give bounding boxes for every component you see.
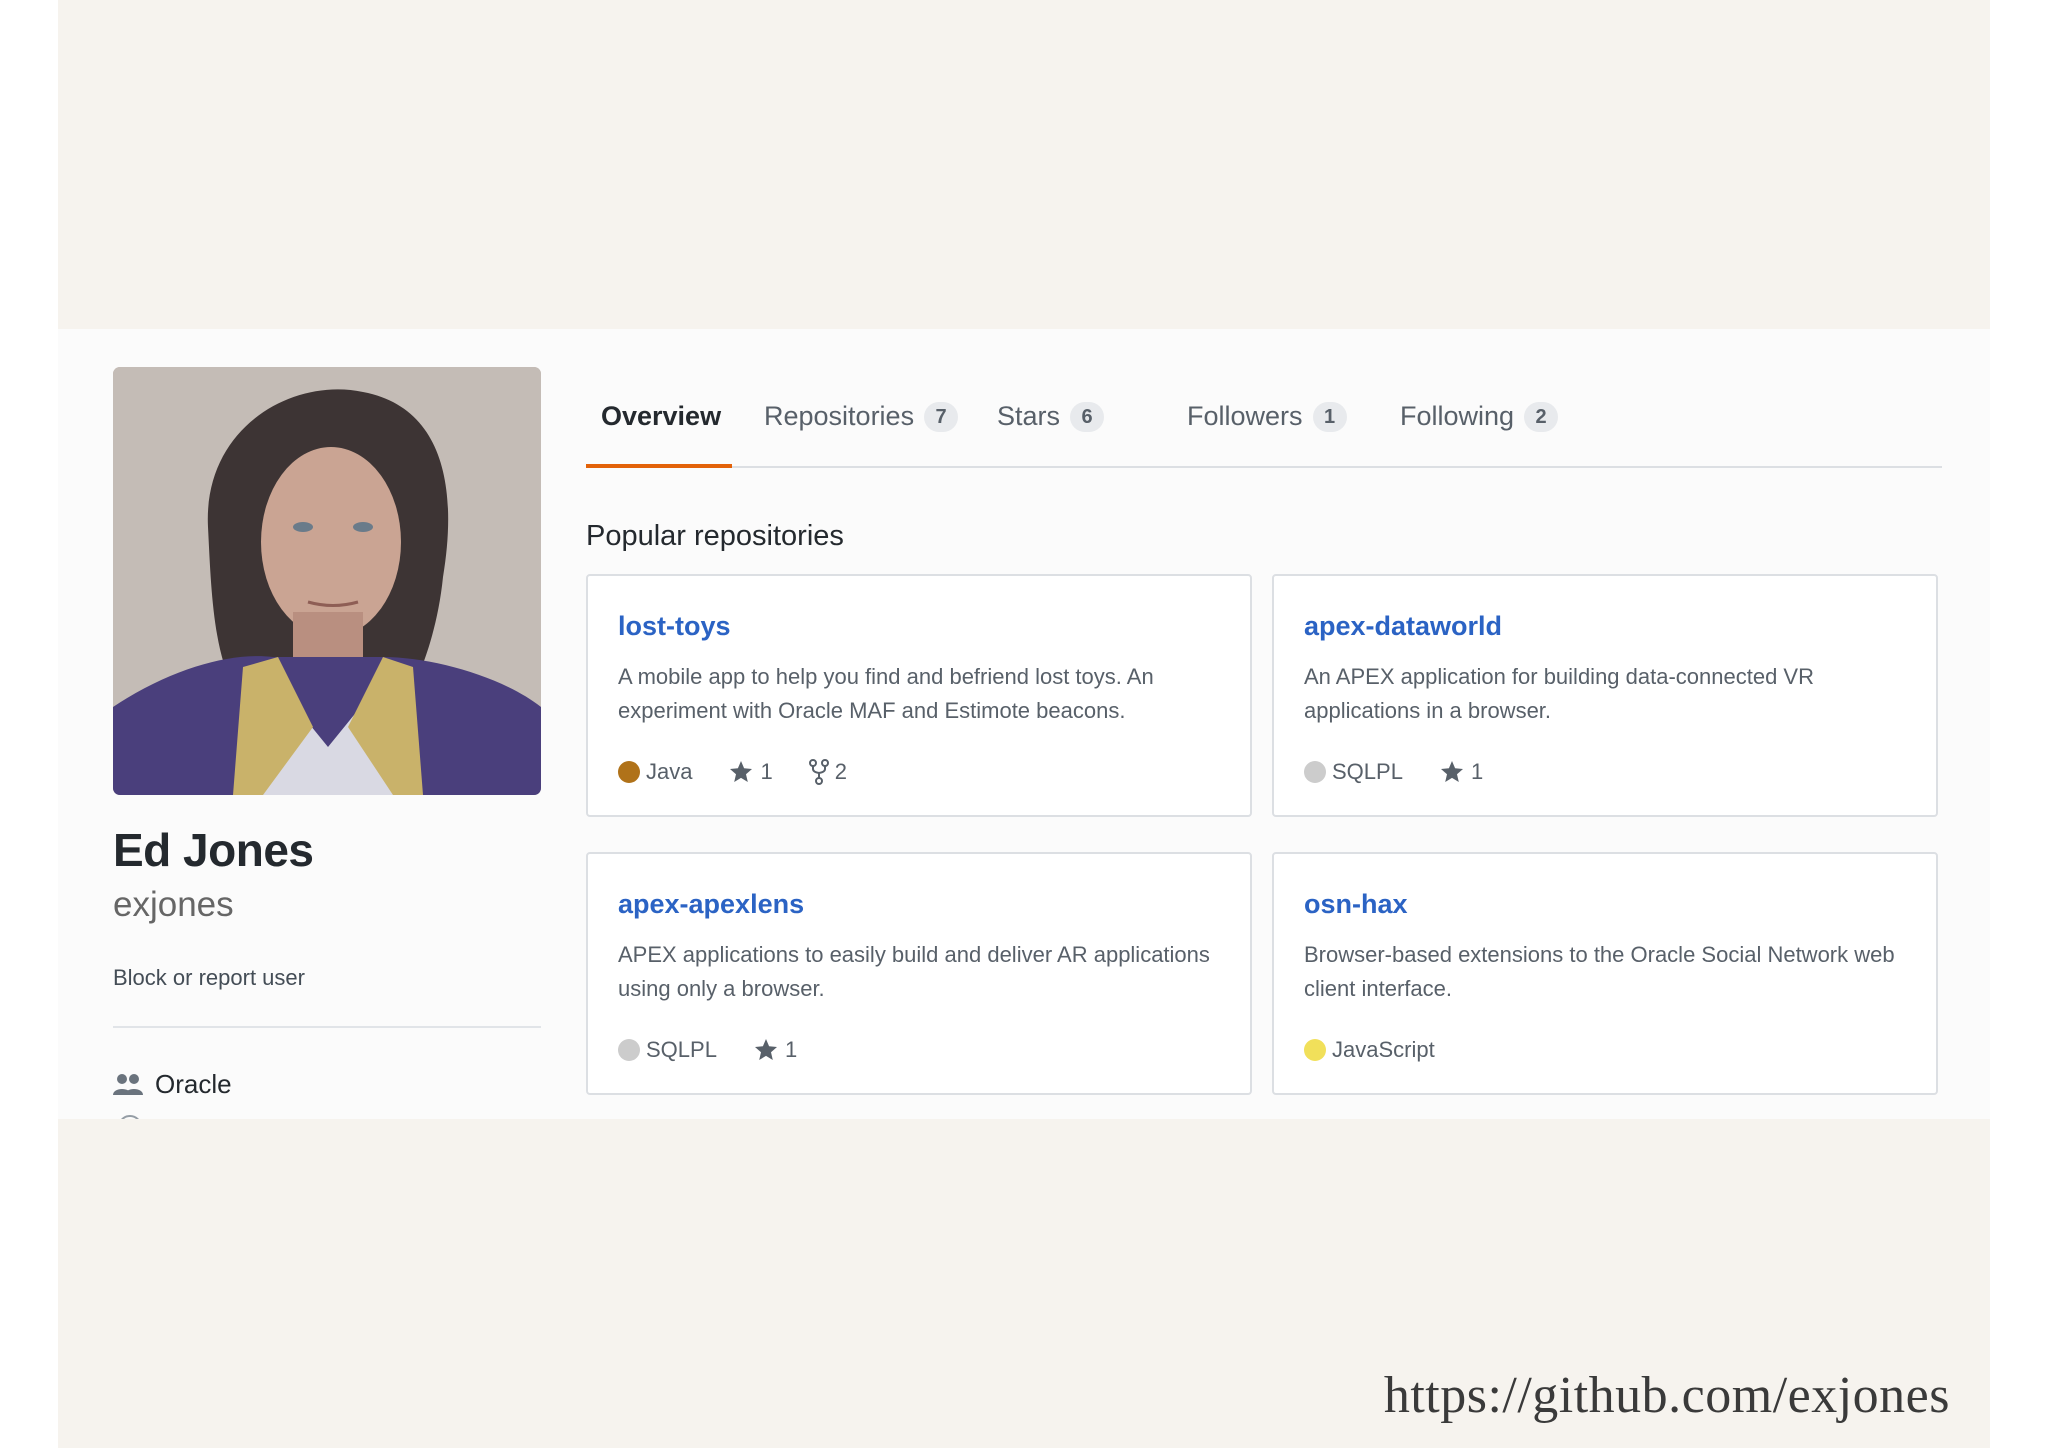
- fork-icon: [808, 759, 829, 785]
- language-label: Java: [646, 759, 693, 784]
- tab-counter: 7: [924, 401, 959, 432]
- star-icon: [1440, 761, 1463, 782]
- tab-following[interactable]: Following 2: [1400, 401, 1559, 432]
- github-profile-screenshot: Ed Jones exjones Block or report user Or…: [58, 329, 1990, 1119]
- repo-card: apex-dataworld An APEX application for b…: [1272, 574, 1938, 817]
- profile-url-caption: https://github.com/exjones: [1383, 1367, 1950, 1424]
- active-tab-underline: [586, 464, 732, 468]
- repo-meta: JavaScript: [1304, 1037, 1471, 1063]
- language-label: SQLPL: [1332, 759, 1403, 784]
- organization-row: Oracle: [113, 1069, 232, 1100]
- profile-login: exjones: [113, 885, 234, 924]
- repo-description: Browser-based extensions to the Oracle S…: [1304, 942, 1895, 1001]
- language-color-dot: [618, 761, 640, 783]
- star-icon: [754, 1039, 777, 1060]
- tab-repositories[interactable]: Repositories 7: [764, 401, 959, 432]
- avatar[interactable]: [113, 367, 541, 795]
- tab-overview[interactable]: Overview: [601, 401, 721, 432]
- tabs-divider: [586, 466, 1942, 468]
- repo-stars[interactable]: 1: [753, 1037, 797, 1063]
- language-label: JavaScript: [1332, 1037, 1435, 1062]
- profile-full-name: Ed Jones: [113, 824, 314, 876]
- repo-card: osn-hax Browser-based extensions to the …: [1272, 852, 1938, 1095]
- language-color-dot: [1304, 761, 1326, 783]
- repo-description: A mobile app to help you find and befrie…: [618, 664, 1154, 723]
- repo-link[interactable]: apex-apexlens: [618, 889, 804, 920]
- repo-link[interactable]: apex-dataworld: [1304, 611, 1502, 642]
- block-report-user-link[interactable]: Block or report user: [113, 965, 305, 991]
- star-count: 1: [1470, 759, 1484, 784]
- repo-language: Java: [618, 759, 692, 785]
- avatar-portrait-icon: [113, 367, 541, 795]
- repo-stars[interactable]: 1: [728, 759, 773, 785]
- language-color-dot: [618, 1039, 640, 1061]
- tab-label: Following: [1400, 401, 1515, 431]
- repo-meta: SQLPL 1: [1304, 759, 1519, 785]
- star-count: 1: [760, 759, 773, 784]
- location-icon: [118, 1115, 142, 1119]
- repo-language: JavaScript: [1304, 1037, 1435, 1063]
- tab-counter: 1: [1312, 401, 1347, 432]
- tab-label: Overview: [601, 401, 722, 431]
- repo-language: SQLPL: [618, 1037, 717, 1063]
- tab-stars[interactable]: Stars 6: [997, 401, 1105, 432]
- tab-label: Repositories: [764, 401, 915, 431]
- repo-meta: SQLPL 1: [618, 1037, 833, 1063]
- repo-card: apex-apexlens APEX applications to easil…: [586, 852, 1252, 1095]
- people-icon: [113, 1073, 143, 1095]
- repo-link[interactable]: lost-toys: [618, 611, 731, 642]
- popular-repositories-heading: Popular repositories: [586, 520, 844, 552]
- language-color-dot: [1304, 1039, 1326, 1061]
- repo-stars[interactable]: 1: [1439, 759, 1483, 785]
- fork-count: 2: [834, 759, 847, 784]
- repo-language: SQLPL: [1304, 759, 1403, 785]
- repo-card: lost-toys A mobile app to help you find …: [586, 574, 1252, 817]
- tab-counter: 2: [1524, 401, 1559, 432]
- repo-description: APEX applications to easily build and de…: [618, 942, 1210, 1001]
- presentation-slide: Ed Jones exjones Block or report user Or…: [58, 0, 1990, 1448]
- repo-description: An APEX application for building data-co…: [1304, 664, 1814, 723]
- star-count: 1: [784, 1037, 798, 1062]
- tab-label: Followers: [1187, 401, 1303, 431]
- repo-forks[interactable]: 2: [808, 759, 847, 785]
- star-icon: [730, 761, 753, 782]
- sidebar-divider: [113, 1026, 541, 1028]
- tab-counter: 6: [1070, 401, 1105, 432]
- tab-followers[interactable]: Followers 1: [1187, 401, 1347, 432]
- tab-label: Stars: [997, 401, 1061, 431]
- profile-tabs: Overview Repositories 7 Stars 6 Follower…: [586, 329, 1942, 469]
- organization-label: Oracle: [155, 1069, 232, 1099]
- language-label: SQLPL: [646, 1037, 717, 1062]
- repo-meta: Java 1 2: [618, 759, 883, 785]
- repo-link[interactable]: osn-hax: [1304, 889, 1408, 920]
